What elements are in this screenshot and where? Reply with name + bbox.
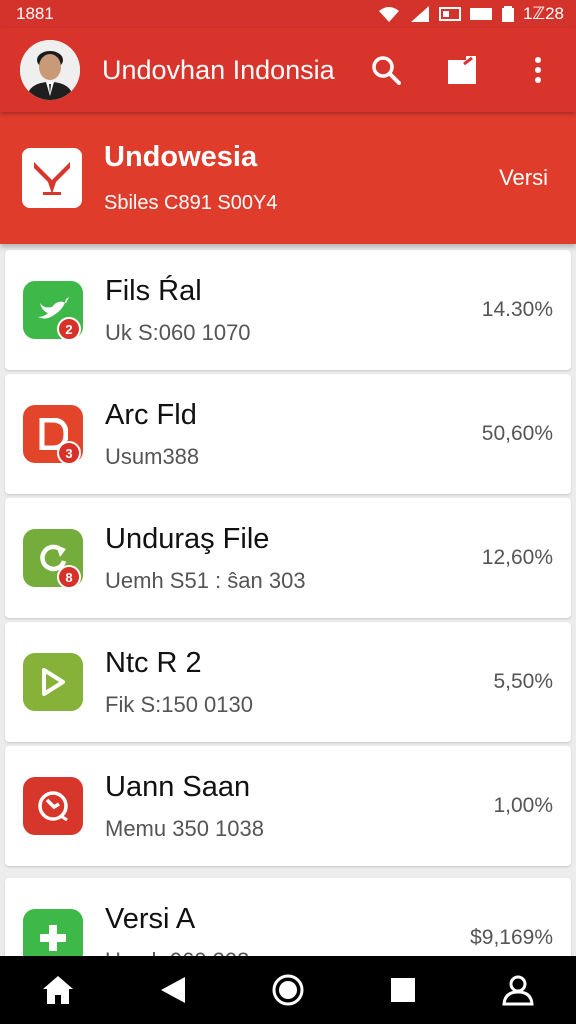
item-subtitle: Uemh S51 : ŝan 303 — [105, 567, 306, 593]
item-title: Versi A — [105, 902, 196, 935]
banner-title: Undowesia — [104, 141, 258, 173]
profile-icon[interactable] — [494, 966, 542, 1014]
app-logo-icon — [22, 148, 82, 208]
back-icon[interactable] — [149, 966, 197, 1014]
list-item[interactable]: 3 Arc Fld Usum388 50,60% — [5, 374, 571, 494]
version-button[interactable]: Versi — [499, 165, 548, 191]
item-subtitle: Usum388 — [105, 443, 200, 469]
more-vert-icon[interactable] — [520, 52, 556, 88]
status-right-text: 1ℤ28 — [522, 4, 564, 23]
app-title: Undovhan Indonsia — [102, 54, 335, 85]
sim-icon — [438, 7, 461, 21]
item-percent: 14.30% — [481, 298, 553, 321]
app-bar: Undovhan Indonsia — [0, 28, 576, 112]
item-percent: 12,60% — [481, 546, 553, 569]
status-bar: 1881 1ℤ28 — [0, 0, 576, 28]
list-item[interactable]: Uann Saan Memu 350 1038 1,00% — [5, 746, 571, 866]
share-icon[interactable] — [444, 52, 480, 88]
screen-icon — [469, 8, 492, 20]
recents-icon[interactable] — [379, 966, 427, 1014]
avatar[interactable] — [20, 40, 80, 100]
item-subtitle: Fik S:150 0130 — [105, 691, 253, 717]
status-time: 1881 — [16, 4, 54, 23]
item-percent: 1,00% — [493, 794, 553, 817]
item-title: Arc Fld — [105, 398, 197, 431]
letter-d-icon: 3 — [23, 405, 83, 465]
clock-icon — [23, 777, 83, 835]
search-icon[interactable] — [368, 52, 404, 88]
bird-icon: 2 — [23, 281, 83, 341]
item-title: Fils Ŕal — [105, 274, 202, 307]
play-icon — [23, 653, 83, 711]
battery-icon — [501, 6, 514, 22]
item-subtitle: Uk S:060 1070 — [105, 319, 251, 345]
file-list: 2 Fils Ŕal Uk S:060 1070 14.30% 3 Arc Fl… — [5, 250, 571, 1002]
item-percent: 5,50% — [493, 670, 553, 693]
navigation-bar — [0, 956, 576, 1024]
notification-badge: 3 — [57, 441, 81, 465]
home-icon[interactable] — [34, 966, 82, 1014]
notification-badge: 2 — [57, 317, 81, 341]
item-title: Ntc R 2 — [105, 646, 202, 679]
banner-subtitle: Sbiles C891 S00Y4 — [104, 192, 278, 214]
list-item[interactable]: 8 Unduraş File Uemh S51 : ŝan 303 12,60% — [5, 498, 571, 618]
home-circle-icon[interactable] — [264, 966, 312, 1014]
item-title: Uann Saan — [105, 770, 251, 803]
list-item[interactable]: 2 Fils Ŕal Uk S:060 1070 14.30% — [5, 250, 571, 370]
notification-badge: 8 — [57, 565, 81, 589]
item-percent: $9,169% — [470, 926, 553, 949]
item-subtitle: Memu 350 1038 — [105, 815, 264, 841]
list-item[interactable]: Ntc R 2 Fik S:150 0130 5,50% — [5, 622, 571, 742]
signal-icon — [410, 6, 429, 22]
item-title: Unduraş File — [105, 522, 270, 555]
status-icons: 1ℤ28 — [377, 4, 564, 24]
refresh-icon: 8 — [23, 529, 83, 589]
wifi-icon — [378, 7, 399, 22]
item-percent: 50,60% — [481, 422, 553, 445]
header-banner: Undowesia Sbiles C891 S00Y4 Versi — [0, 112, 576, 244]
